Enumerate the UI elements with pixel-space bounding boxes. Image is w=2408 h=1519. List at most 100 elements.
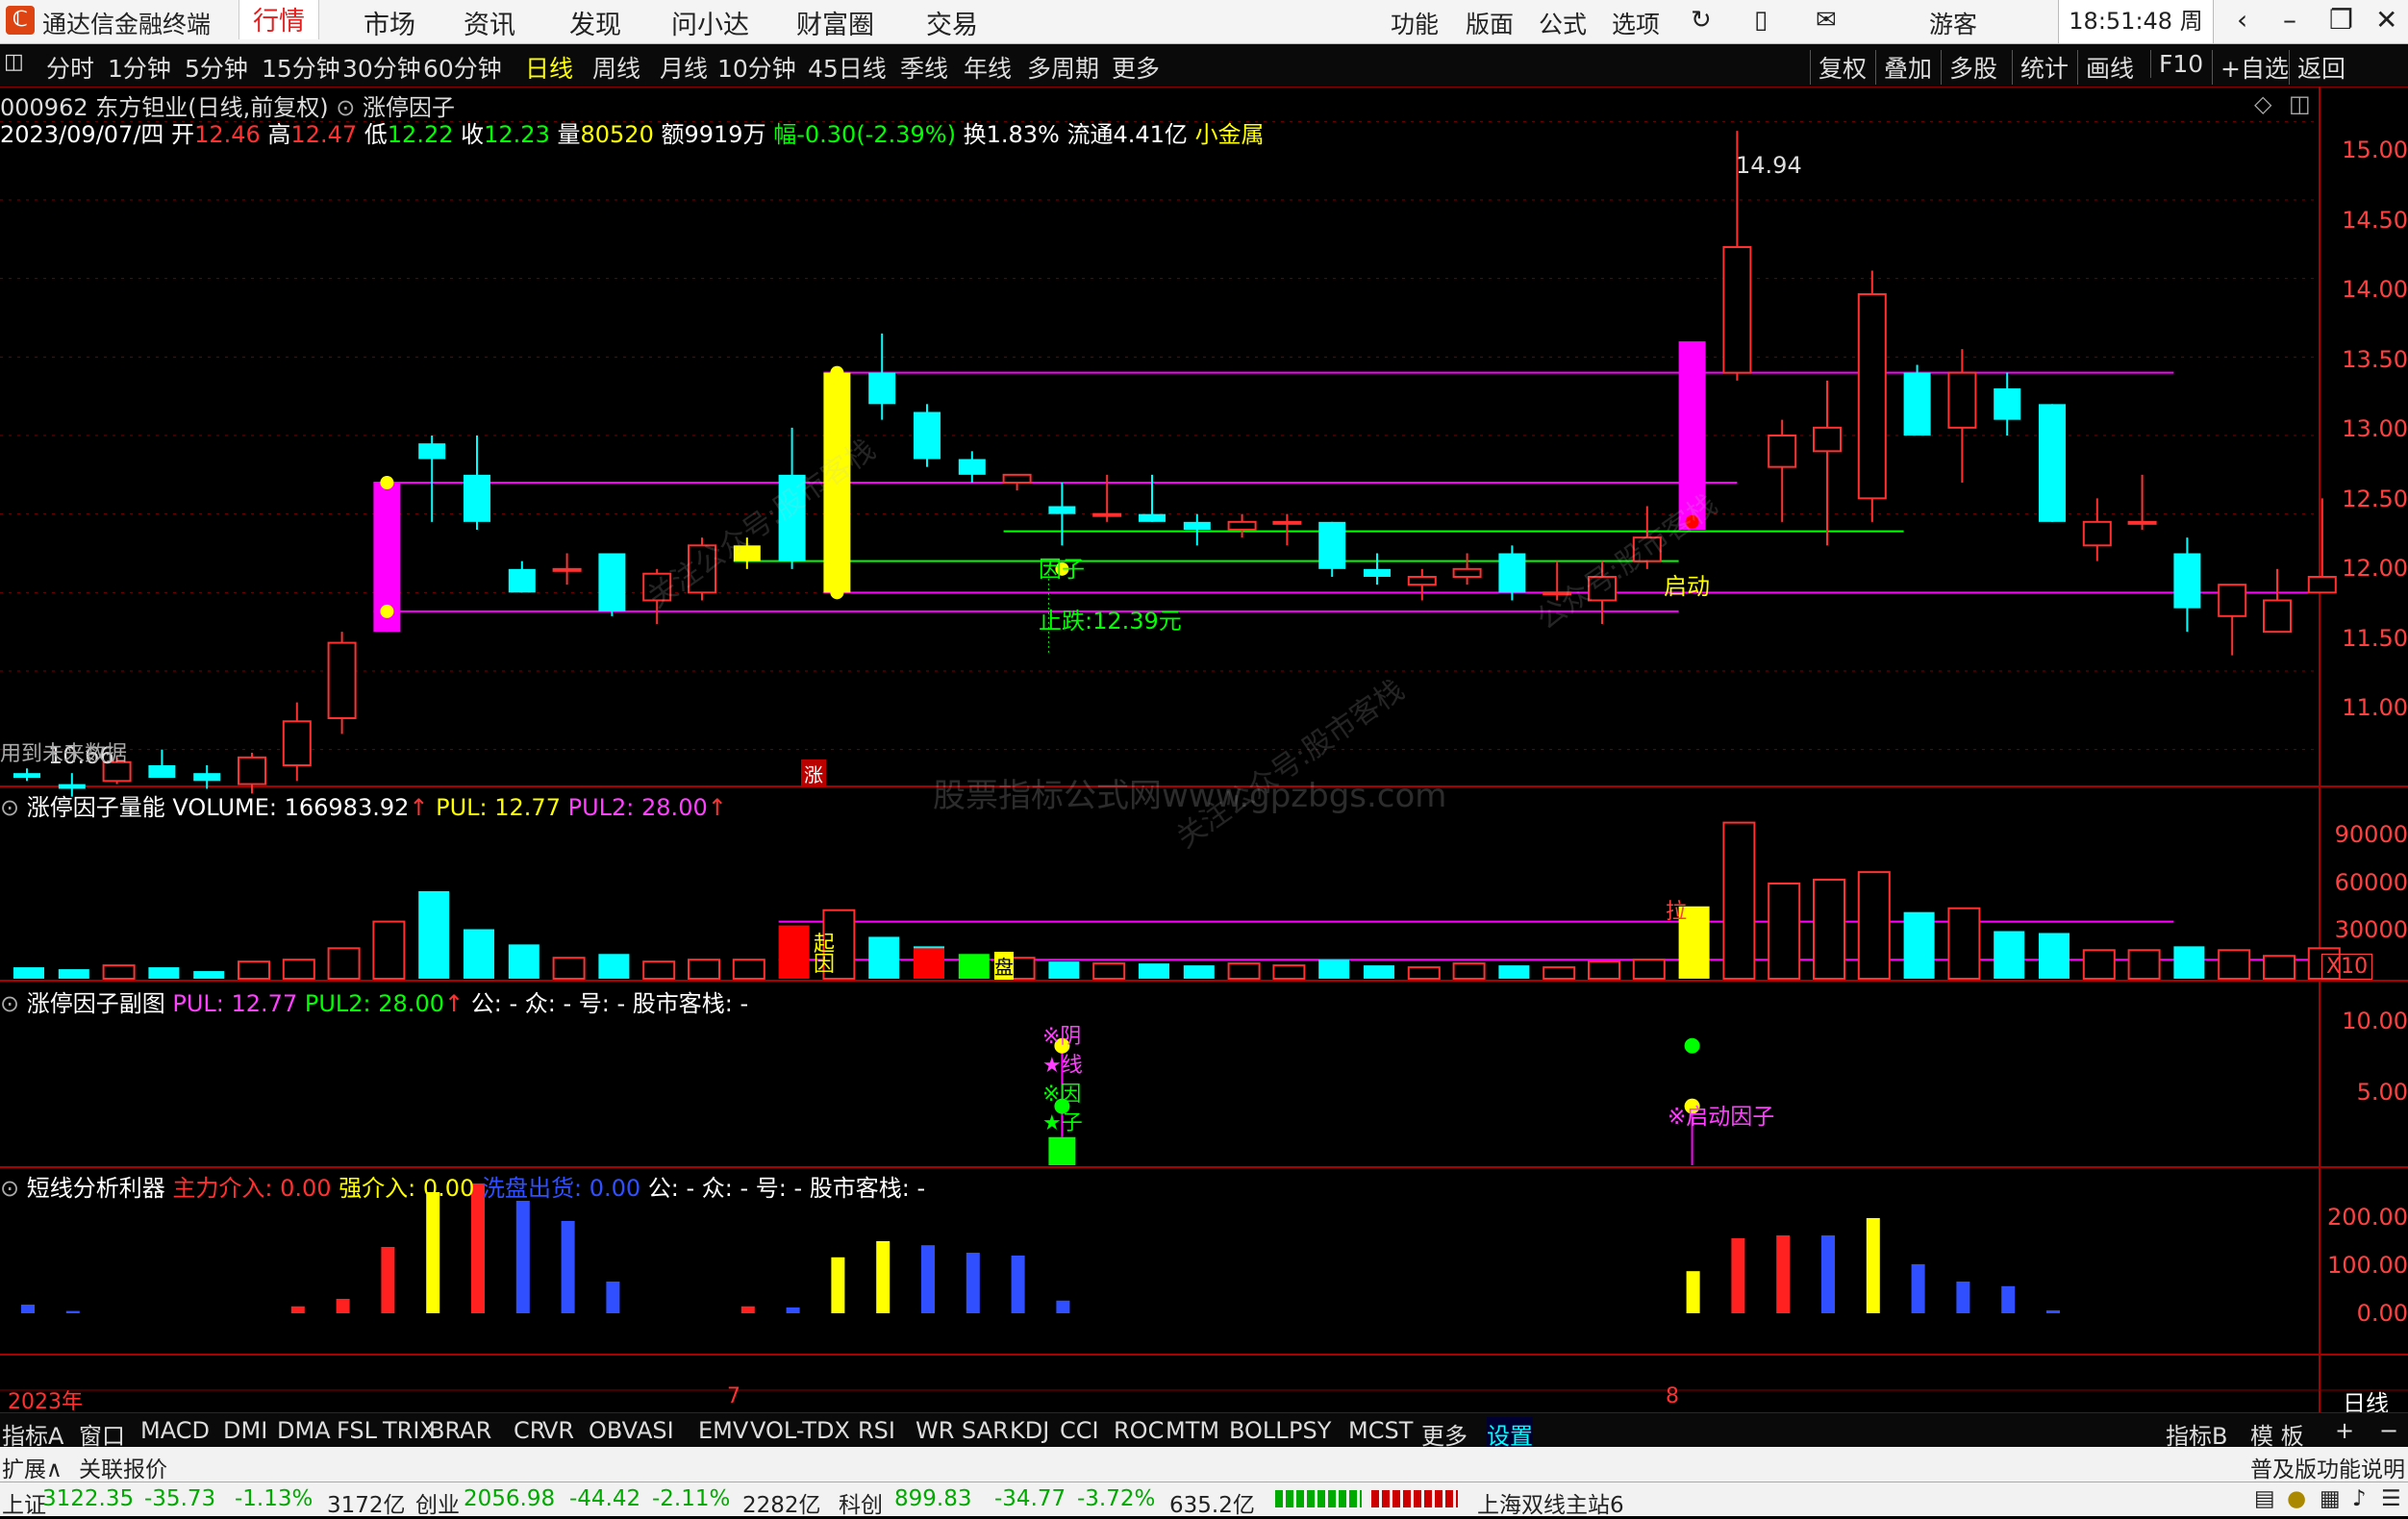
tool-4[interactable]: 画线 (2077, 50, 2134, 85)
tool-0[interactable]: 复权 (1810, 50, 1867, 85)
tool-3[interactable]: 统计 (2012, 50, 2069, 85)
menu-hangqing[interactable]: 行情 (238, 0, 319, 39)
expand-button[interactable]: 扩展∧ (2, 1451, 63, 1483)
period-6[interactable]: 日线 (525, 50, 573, 85)
tool-7[interactable]: 返回 (2289, 50, 2345, 85)
dropdown-icon[interactable]: ⊙ (0, 794, 27, 821)
period-7[interactable]: 周线 (592, 50, 640, 85)
period-12[interactable]: 年线 (964, 50, 1012, 85)
indicator-tab-15[interactable]: WR (916, 1417, 954, 1444)
indicator-tab-2[interactable]: MACD (140, 1417, 210, 1444)
related-quote-button[interactable]: 关联报价 (79, 1451, 167, 1483)
indicator-tab-23[interactable]: MCST (1348, 1417, 1413, 1444)
indicator-tab-19[interactable]: ROC (1114, 1417, 1164, 1444)
short-panel-name[interactable]: 短线分析利器 (27, 1175, 165, 1202)
server-name[interactable]: 上海双线主站6 (1477, 1486, 1624, 1519)
menu-gongshi[interactable]: 公式 (1539, 6, 1587, 40)
back-icon[interactable]: ‹ (2237, 4, 2247, 36)
phone-icon[interactable]: ▯ (1754, 6, 1768, 35)
tool-6[interactable]: +自选 (2212, 50, 2289, 85)
indicator-right-0[interactable]: 指标B (2166, 1417, 2227, 1451)
indicator-tab-18[interactable]: CCI (1060, 1417, 1099, 1444)
period-11[interactable]: 季线 (900, 50, 948, 85)
period-1[interactable]: 1分钟 (108, 50, 171, 85)
period-10[interactable]: 45日线 (808, 50, 887, 85)
refresh-icon[interactable]: ↻ (1691, 6, 1712, 35)
indicator-tab-12[interactable]: EMV (698, 1417, 748, 1444)
window-icon[interactable]: ▤ (2254, 1486, 2275, 1511)
sub-panel-name[interactable]: 涨停因子副图 (27, 990, 165, 1017)
menu-wenxiaoda[interactable]: 问小达 (671, 4, 749, 41)
coin-icon[interactable]: ● (2287, 1486, 2306, 1511)
menu-shichang[interactable]: 市场 (364, 4, 415, 41)
tool-5[interactable]: F10 (2150, 50, 2203, 78)
indicator-right-2[interactable]: + (2335, 1417, 2354, 1444)
bell-icon[interactable]: ♪ (2352, 1486, 2367, 1511)
vol-panel-name[interactable]: 涨停因子量能 (27, 794, 165, 821)
kc-name[interactable]: 科创 (839, 1486, 883, 1519)
indicator-tab-25[interactable]: 设置 (1487, 1417, 1533, 1451)
menu-gongneng[interactable]: 功能 (1391, 6, 1439, 40)
menu-caifuquan[interactable]: 财富圈 (796, 4, 874, 41)
indicator-tab-11[interactable]: ASI (637, 1417, 674, 1444)
period-14[interactable]: 更多 (1112, 50, 1160, 85)
volume-bar (1364, 965, 1394, 979)
menu-faxian[interactable]: 发现 (569, 4, 621, 41)
indicator-tab-20[interactable]: MTM (1166, 1417, 1219, 1444)
panel-toggle-icon[interactable]: ◫ (4, 50, 24, 74)
sub-pul: PUL: 12.77 (172, 990, 298, 1017)
short-bar (1056, 1300, 1070, 1313)
period-9[interactable]: 10分钟 (717, 50, 796, 85)
period-3[interactable]: 15分钟 (262, 50, 340, 85)
indicator-tab-14[interactable]: RSI (858, 1417, 895, 1444)
maximize-icon[interactable]: ❐ (2329, 4, 2353, 36)
grid-icon[interactable]: ▦ (2320, 1486, 2341, 1511)
user-guest[interactable]: 游客 (1929, 6, 1977, 40)
indicator-tab-8[interactable]: CR (514, 1417, 545, 1444)
close-icon[interactable]: ✕ (2375, 4, 2397, 36)
indicator-tab-22[interactable]: PSY (1289, 1417, 1331, 1444)
indicator-right-3[interactable]: − (2379, 1417, 2398, 1444)
indicator-tab-0[interactable]: 指标A (2, 1417, 63, 1451)
period-8[interactable]: 月线 (660, 50, 708, 85)
version-info-link[interactable]: 普及版功能说明 (2250, 1451, 2405, 1483)
indicator-tab-16[interactable]: SAR (962, 1417, 1009, 1444)
menu-zixun[interactable]: 资讯 (464, 4, 515, 41)
menu-jiaoyi[interactable]: 交易 (926, 4, 978, 41)
candle-body (2082, 520, 2112, 547)
kline-chart[interactable] (0, 87, 2408, 1413)
indicator-tab-9[interactable]: VR (542, 1417, 574, 1444)
period-0[interactable]: 分时 (46, 50, 94, 85)
menu-xuanxiang[interactable]: 选项 (1612, 6, 1660, 40)
period-5[interactable]: 60分钟 (423, 50, 502, 85)
app-logo-icon: ℂ (6, 6, 35, 35)
indicator-tab-5[interactable]: FSL (337, 1417, 377, 1444)
dropdown-icon[interactable]: ⊙ (0, 1175, 27, 1202)
indicator-tab-7[interactable]: BRAR (429, 1417, 491, 1444)
minimize-icon[interactable]: – (2283, 4, 2296, 36)
mail-icon[interactable]: ✉ (1816, 6, 1837, 35)
list-icon[interactable]: ☰ (2381, 1486, 2401, 1511)
indicator-tab-10[interactable]: OBV (589, 1417, 638, 1444)
cy-name[interactable]: 创业 (415, 1486, 460, 1519)
indicator-tabbar: 指标A 窗口 MACD DMI DMA FSL TRIX BRAR CR VR OBV ASI EMV V… (0, 1412, 2408, 1451)
indicator-right-1[interactable]: 模 板 (2250, 1417, 2304, 1451)
indicator-tab-17[interactable]: KDJ (1010, 1417, 1049, 1444)
volume-bar (282, 959, 315, 981)
indicator-tab-3[interactable]: DMI (223, 1417, 267, 1444)
indicator-tab-6[interactable]: TRIX (383, 1417, 436, 1444)
indicator-tab-4[interactable]: DMA (277, 1417, 331, 1444)
sh-name[interactable]: 上证 (2, 1486, 46, 1519)
dropdown-icon[interactable]: ⊙ (0, 990, 27, 1017)
period-4[interactable]: 30分钟 (342, 50, 421, 85)
candle-body (1994, 388, 2021, 420)
period-2[interactable]: 5分钟 (185, 50, 248, 85)
indicator-tab-13[interactable]: VOL-TDX (750, 1417, 850, 1444)
indicator-tab-1[interactable]: 窗口 (79, 1417, 125, 1451)
period-13[interactable]: 多周期 (1027, 50, 1099, 85)
tool-2[interactable]: 多股 (1941, 50, 1997, 85)
indicator-tab-21[interactable]: BOLL (1229, 1417, 1289, 1444)
tool-1[interactable]: 叠加 (1875, 50, 1932, 85)
menu-banmian[interactable]: 版面 (1466, 6, 1514, 40)
indicator-tab-24[interactable]: 更多 (1421, 1417, 1467, 1451)
